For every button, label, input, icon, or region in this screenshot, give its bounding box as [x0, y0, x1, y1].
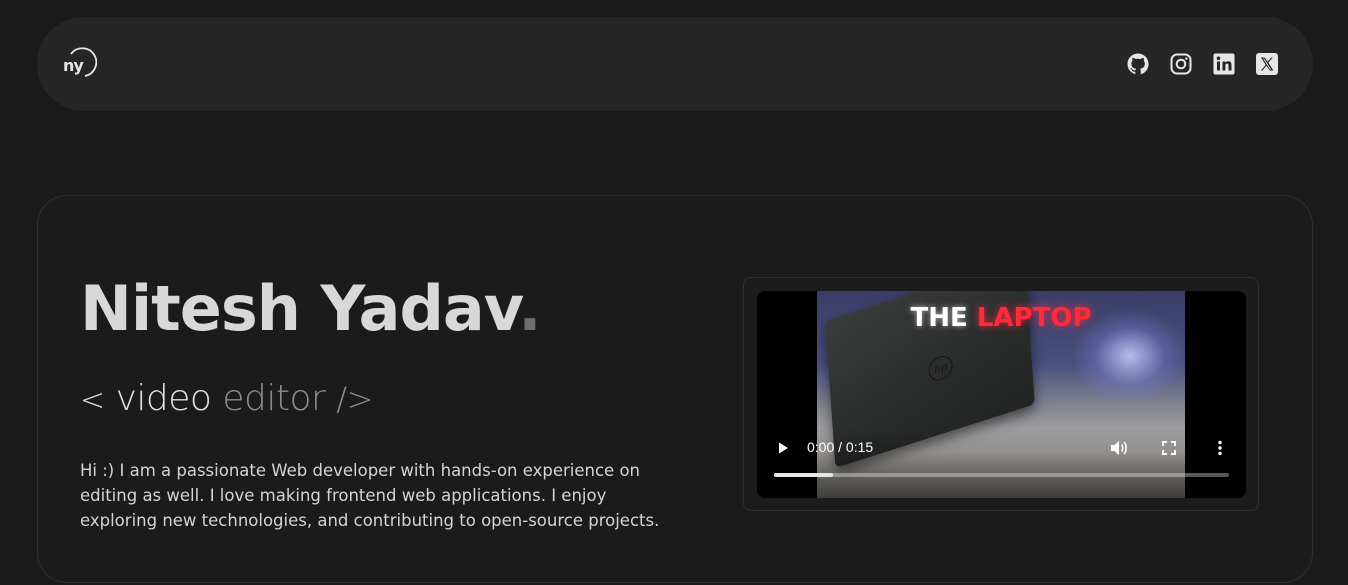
x-link[interactable] — [1255, 52, 1279, 76]
role-open-bracket: < — [80, 383, 105, 418]
time-display: 0:00 / 0:15 — [807, 439, 874, 455]
name-text: Nitesh Yadav — [80, 272, 519, 345]
logo-text: ny — [63, 56, 84, 75]
name-dot: . — [518, 272, 542, 345]
linkedin-icon — [1213, 53, 1235, 75]
thumbnail-title-laptop: LAPTOP — [976, 303, 1092, 333]
github-link[interactable] — [1126, 52, 1150, 76]
video-frame: hp THE LAPTOP 0:00 / 0:15 — [743, 277, 1259, 511]
play-button[interactable] — [774, 439, 792, 457]
role-word-video: video — [115, 378, 212, 419]
fullscreen-icon — [1162, 441, 1176, 455]
page-title: Nitesh Yadav. — [80, 272, 542, 345]
thumbnail-title: THE LAPTOP — [817, 303, 1185, 333]
github-icon — [1127, 53, 1149, 75]
role-close-bracket: /> — [336, 380, 373, 418]
role-word-editor: editor — [222, 378, 326, 419]
video-progress-bar[interactable] — [774, 473, 1229, 477]
video-progress-fill — [774, 473, 834, 477]
video-player[interactable]: hp THE LAPTOP 0:00 / 0:15 — [757, 291, 1246, 498]
fullscreen-button[interactable] — [1160, 439, 1178, 457]
social-links — [1126, 52, 1279, 76]
instagram-link[interactable] — [1169, 52, 1193, 76]
more-options-button[interactable] — [1211, 439, 1229, 457]
role-tagline: < video editor /> — [80, 378, 373, 419]
play-icon — [779, 442, 788, 454]
volume-button[interactable] — [1109, 439, 1129, 457]
x-icon — [1256, 53, 1278, 75]
hero-card: Nitesh Yadav. < video editor /> Hi :) I … — [37, 195, 1313, 583]
linkedin-link[interactable] — [1212, 52, 1236, 76]
bio-paragraph: Hi :) I am a passionate Web developer wi… — [80, 461, 660, 530]
navbar: ny — [37, 17, 1313, 111]
hp-logo: hp — [927, 352, 954, 384]
instagram-icon — [1170, 53, 1192, 75]
thumbnail-title-the: THE — [910, 303, 968, 333]
volume-icon — [1111, 441, 1127, 455]
more-vertical-icon — [1218, 440, 1222, 456]
site-logo[interactable]: ny — [63, 46, 98, 82]
